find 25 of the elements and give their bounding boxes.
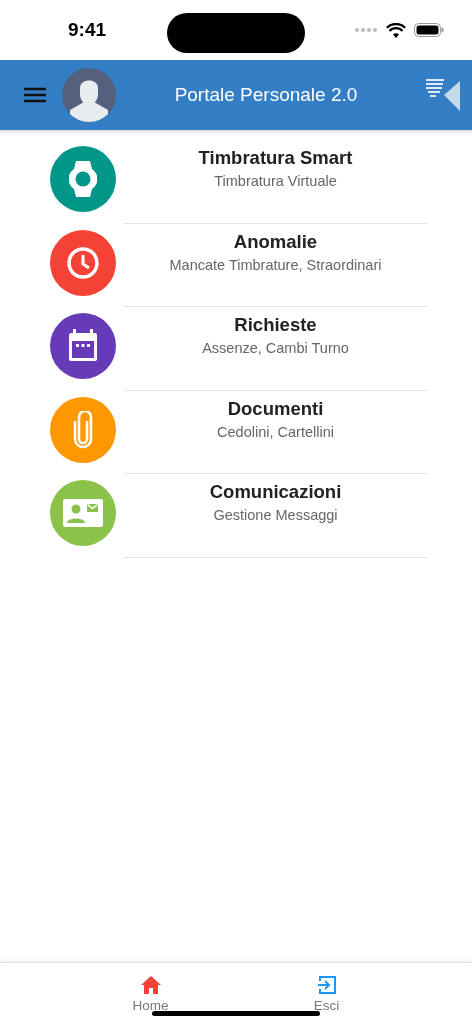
menu-item-title[interactable]: Documenti: [227, 397, 324, 420]
battery-icon: [414, 23, 444, 37]
menu-item-title[interactable]: Anomalie: [233, 230, 318, 253]
menu-item-subtitle: Timbratura Virtuale: [214, 173, 337, 189]
status-time: 9:41: [68, 19, 107, 41]
nav-tab[interactable]: Esci: [307, 963, 346, 1024]
menu-item-subtitle: Assenze, Cambi Turno: [202, 340, 349, 356]
menu-item-subtitle: Cedolini, Cartellini: [217, 423, 334, 440]
signal-icon: [354, 27, 378, 33]
calendar-icon: [67, 329, 99, 363]
menu-item-subtitle: Mancate Timbrature, Straordinari: [169, 256, 382, 273]
menu-item-subtitle: Gestione Messaggi: [213, 507, 338, 523]
clock-icon: [66, 245, 100, 280]
menu-item-title[interactable]: Comunicazioni: [209, 481, 342, 503]
nav-tab[interactable]: Home: [126, 963, 175, 1024]
avatar[interactable]: [62, 68, 116, 122]
contact-card-icon: [62, 498, 104, 528]
menu-item-title[interactable]: Timbratura Smart: [198, 147, 353, 169]
paperclip-icon: [72, 410, 94, 449]
watch-icon: [69, 159, 97, 199]
menu-item-title[interactable]: Richieste: [234, 314, 317, 336]
logo-icon: [426, 77, 462, 113]
menu-icon[interactable]: [24, 87, 46, 103]
app-title: Portale Personale 2.0: [173, 84, 359, 106]
wifi-icon: [386, 22, 406, 38]
